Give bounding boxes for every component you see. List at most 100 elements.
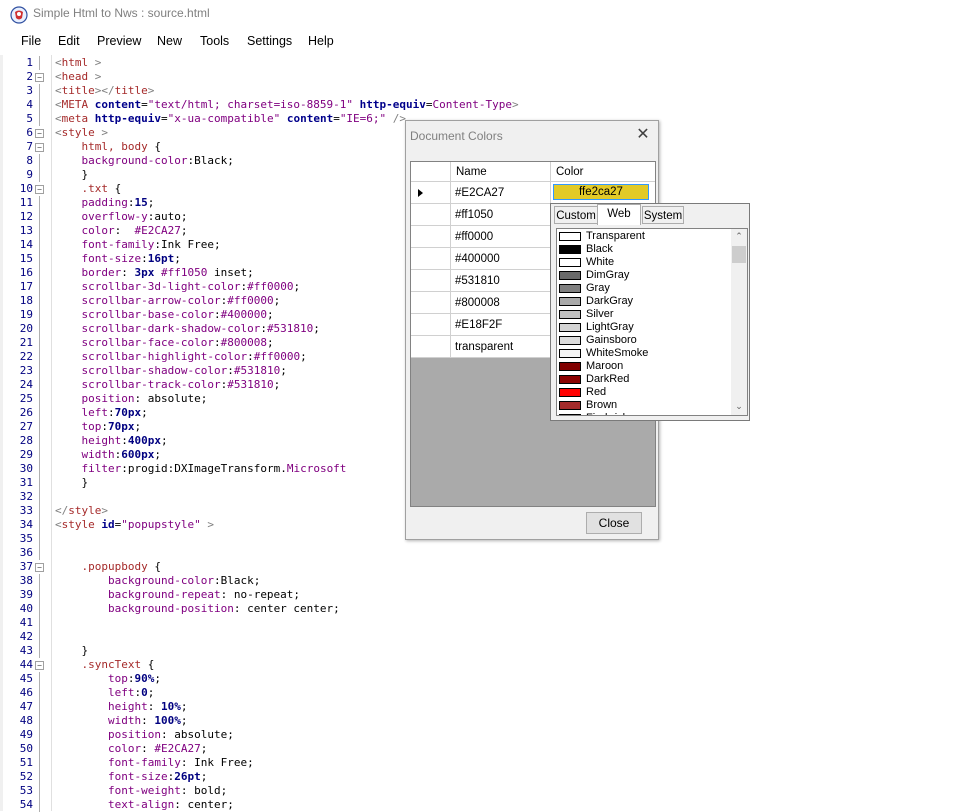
color-name-cell[interactable]: #ff1050 (451, 204, 551, 226)
code-token: font-weight (107, 784, 181, 797)
menu-file[interactable]: File (21, 34, 41, 48)
menu-settings[interactable]: Settings (247, 34, 292, 48)
code-line[interactable]: 1 <html > (3, 56, 979, 70)
menu-preview[interactable]: Preview (97, 34, 141, 48)
scroll-up-icon[interactable]: ⌃ (731, 229, 747, 245)
list-item[interactable]: Maroon (559, 360, 731, 373)
code-line[interactable]: 3 <title></title> (3, 84, 979, 98)
close-button[interactable]: Close (586, 512, 642, 534)
color-name-cell[interactable]: #531810 (451, 270, 551, 292)
list-item[interactable]: WhiteSmoke (559, 347, 731, 360)
code-token: : Ink Free; (180, 756, 254, 769)
row-selector[interactable] (411, 248, 451, 270)
web-color-list[interactable]: ⌃ ⌄ Transparent Black White DimGray Gray Dark… (556, 228, 748, 416)
code-token: ; (200, 742, 208, 755)
fold-toggle-icon[interactable]: − (35, 661, 44, 670)
color-name-cell[interactable]: transparent (451, 336, 551, 358)
fold-guide (39, 238, 40, 252)
code-line[interactable]: 48 width: 100%; (3, 714, 979, 728)
tab-custom[interactable]: Custom (554, 206, 598, 224)
fold-toggle-icon[interactable]: − (35, 129, 44, 138)
list-item[interactable]: White (559, 256, 731, 269)
fold-guide (39, 574, 40, 588)
code-line[interactable]: 42 (3, 630, 979, 644)
list-item[interactable]: DimGray (559, 269, 731, 282)
list-item[interactable]: Transparent (559, 230, 731, 243)
code-line[interactable]: 49 position: absolute; (3, 728, 979, 742)
color-name-cell[interactable]: #400000 (451, 248, 551, 270)
line-number: 20 (19, 322, 33, 335)
line-number: 41 (19, 616, 33, 629)
code-line[interactable]: 4 <META content="text/html; charset=iso-8… (3, 98, 979, 112)
menu-new[interactable]: New (157, 34, 182, 48)
menu-tools[interactable]: Tools (200, 34, 229, 48)
selected-color-swatch[interactable]: ffe2ca27 (553, 184, 649, 200)
code-line[interactable]: 53 font-weight: bold; (3, 784, 979, 798)
row-selector[interactable] (411, 292, 451, 314)
code-line[interactable]: 46 left:0; (3, 686, 979, 700)
scroll-thumb[interactable] (732, 246, 746, 263)
fold-guide (39, 224, 40, 238)
list-item[interactable]: DarkGray (559, 295, 731, 308)
code-line[interactable]: 39 background-repeat: no-repeat; (3, 588, 979, 602)
color-name-cell[interactable]: #E18F2F (451, 314, 551, 336)
list-item[interactable]: Brown (559, 399, 731, 412)
code-line[interactable]: 2− <head > (3, 70, 979, 84)
line-number: 5 (26, 112, 33, 125)
code-text: overflow-y:auto; (55, 210, 188, 224)
code-line[interactable]: 45 top:90%; (3, 672, 979, 686)
tab-system[interactable]: System (642, 206, 684, 224)
code-line[interactable]: 43 } (3, 644, 979, 658)
list-item[interactable]: DarkRed (559, 373, 731, 386)
list-item[interactable]: Gainsboro (559, 334, 731, 347)
table-row[interactable]: #E2CA27 ffe2ca27 (411, 182, 655, 204)
fold-toggle-icon[interactable]: − (35, 143, 44, 152)
code-line[interactable]: 50 color: #E2CA27; (3, 742, 979, 756)
fold-toggle-icon[interactable]: − (35, 563, 44, 572)
code-token: ; (313, 322, 320, 335)
code-token: Content-Type (432, 98, 513, 111)
list-item[interactable]: Silver (559, 308, 731, 321)
fold-toggle-icon[interactable]: − (35, 185, 44, 194)
code-line[interactable]: 38 background-color:Black; (3, 574, 979, 588)
code-line[interactable]: 40 background-position: center center; (3, 602, 979, 616)
color-name: Black (586, 243, 613, 255)
color-name-cell[interactable]: #800008 (451, 292, 551, 314)
menu-help[interactable]: Help (308, 34, 334, 48)
grid-header-selector (411, 162, 451, 182)
scroll-down-icon[interactable]: ⌄ (731, 399, 747, 415)
color-name-cell[interactable]: #ff0000 (451, 226, 551, 248)
code-line[interactable]: 51 font-family: Ink Free; (3, 756, 979, 770)
list-item[interactable]: Red (559, 386, 731, 399)
color-swatch (559, 388, 581, 397)
list-item[interactable]: Black (559, 243, 731, 256)
fold-toggle-icon[interactable]: − (35, 73, 44, 82)
fold-guide (39, 266, 40, 280)
code-token: #531810 (227, 378, 274, 391)
list-item[interactable]: Firebrick (559, 412, 731, 415)
row-selector[interactable] (411, 182, 451, 204)
line-number: 18 (19, 294, 33, 307)
row-selector[interactable] (411, 336, 451, 358)
code-line[interactable]: 37− .popupbody { (3, 560, 979, 574)
menu-edit[interactable]: Edit (58, 34, 80, 48)
code-token: scrollbar-dark-shadow-color (81, 322, 261, 335)
code-line[interactable]: 52 font-size:26pt; (3, 770, 979, 784)
row-selector[interactable] (411, 204, 451, 226)
row-selector[interactable] (411, 314, 451, 336)
row-selector[interactable] (411, 226, 451, 248)
color-name-cell[interactable]: #E2CA27 (451, 182, 551, 204)
code-token: #400000 (220, 308, 267, 321)
row-selector[interactable] (411, 270, 451, 292)
code-line[interactable]: 54 text-align: center; (3, 798, 979, 812)
color-value-cell[interactable]: ffe2ca27 (551, 182, 655, 204)
list-item[interactable]: Gray (559, 282, 731, 295)
code-line[interactable]: 47 height: 10%; (3, 700, 979, 714)
tab-web[interactable]: Web (597, 204, 641, 225)
code-line[interactable]: 36 (3, 546, 979, 560)
code-line[interactable]: 44− .syncText { (3, 658, 979, 672)
code-line[interactable]: 41 (3, 616, 979, 630)
close-icon[interactable]: ✕ (636, 126, 650, 142)
list-scrollbar[interactable]: ⌃ ⌄ (731, 229, 747, 415)
list-item[interactable]: LightGray (559, 321, 731, 334)
